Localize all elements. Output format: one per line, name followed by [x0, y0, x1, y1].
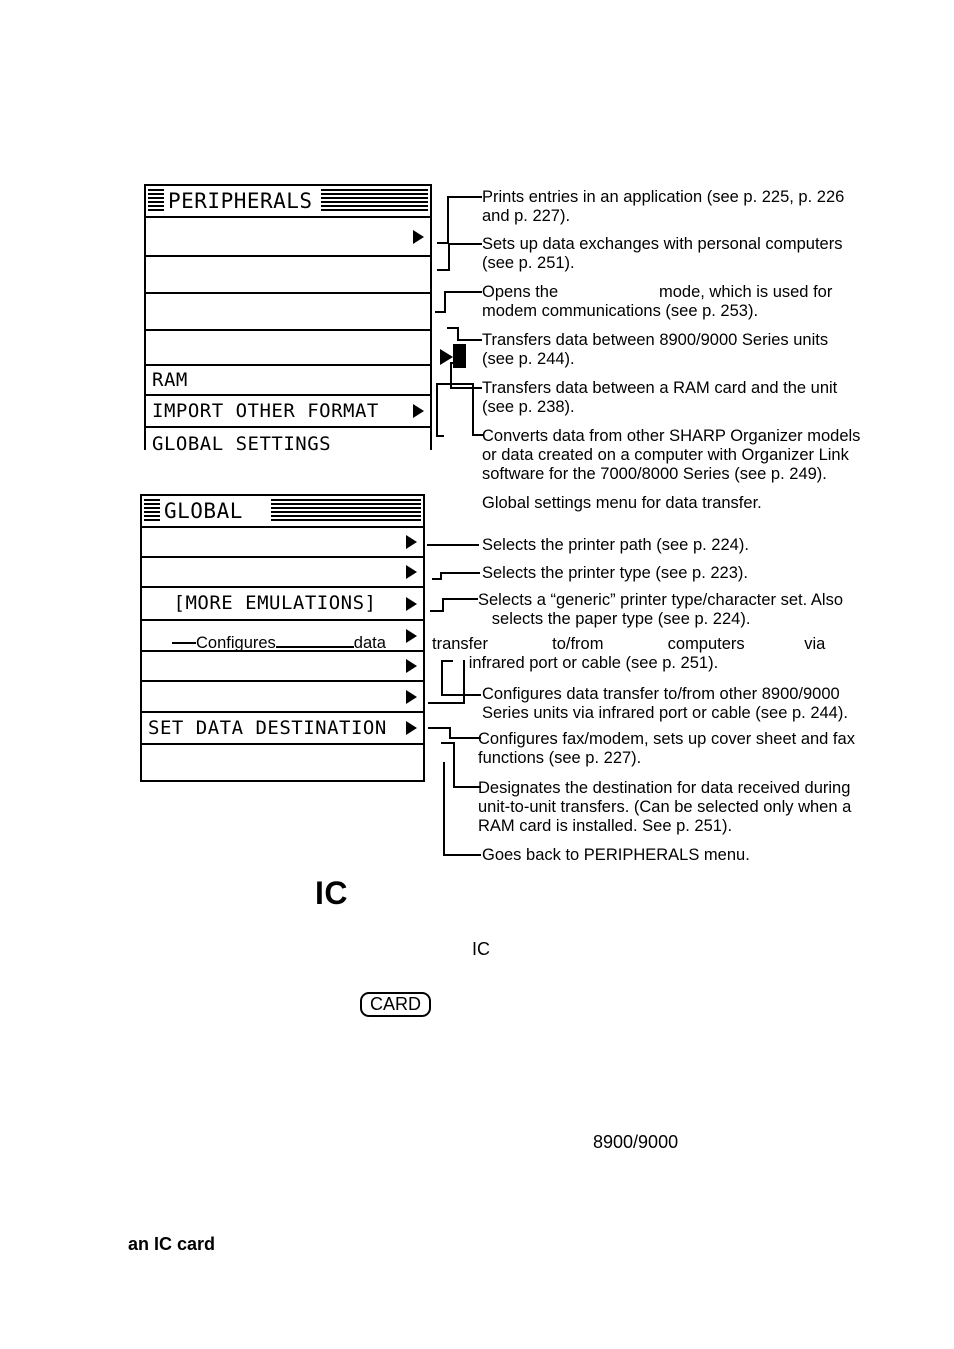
leader-line [443, 854, 481, 856]
leader-line [428, 702, 464, 704]
annotation-import-other-format: Converts data from other SHARP Organizer… [482, 427, 861, 483]
peripherals-row-global-settings-label: GLOBAL SETTINGS [152, 434, 332, 454]
annotation-printer-path: Selects the printer path (see p. 224). [482, 536, 749, 554]
an-ic-card-text: an IC card [128, 1234, 216, 1254]
chevron-right-icon [413, 404, 424, 418]
annotation-unit-transfer: Configures data transfer to/from other 8… [482, 685, 848, 722]
manual-page: PERIPHERALS RAM IMPORT OTHER FORMAT GLOB… [0, 0, 954, 1349]
overlay-leader-dash [172, 642, 196, 644]
leader-line [440, 572, 480, 574]
chevron-right-icon [406, 721, 417, 735]
annotation-print: Prints entries in an application (see p.… [482, 188, 845, 225]
leader-line [441, 694, 481, 696]
leader-line [447, 327, 459, 329]
peripherals-row-import-other-format[interactable]: IMPORT OTHER FORMAT [146, 396, 430, 428]
leader-line [447, 196, 449, 244]
peripherals-row-import-other-format-label: IMPORT OTHER FORMAT [152, 401, 379, 421]
chevron-right-icon [406, 535, 417, 549]
global-title-bar: GLOBAL [142, 496, 423, 528]
leader-line [444, 291, 446, 313]
page-section-heading-ic: IC [315, 875, 348, 911]
title-stripes-right-icon [320, 189, 428, 213]
global-row-8[interactable] [142, 745, 423, 774]
global-row-5[interactable] [142, 652, 423, 682]
configures-suffix: data [353, 634, 386, 652]
peripherals-row-4[interactable] [146, 331, 430, 366]
leader-line [444, 291, 482, 293]
inline-ic-text: IC [472, 939, 490, 959]
chevron-right-icon [406, 659, 417, 673]
annotation-fax-modem: Configures fax/modem, sets up cover shee… [478, 730, 855, 767]
series-number-text: 8900/9000 [593, 1132, 679, 1152]
peripherals-row-global-settings[interactable]: GLOBAL SETTINGS [146, 428, 430, 460]
chevron-right-icon [406, 565, 417, 579]
leader-line [457, 339, 482, 341]
leader-line [453, 786, 481, 788]
peripherals-row-3[interactable] [146, 294, 430, 331]
leader-line [457, 327, 459, 341]
annotation-global-settings: Global settings menu for data transfer. [482, 494, 762, 512]
global-row-set-data-destination[interactable]: SET DATA DESTINATION [142, 713, 423, 745]
chevron-right-icon [406, 628, 417, 643]
annotation-go-back: Goes back to PERIPHERALS menu. [482, 846, 750, 864]
connector-arrow-icon [440, 349, 453, 365]
global-row-more-emulations[interactable]: [MORE EMULATIONS] [142, 588, 423, 621]
peripherals-row-ram[interactable]: RAM [146, 366, 430, 396]
annotation-terminal-mode: Opens the mode, which is used for modem … [482, 283, 833, 320]
global-title: GLOBAL [164, 499, 243, 523]
peripherals-row-2[interactable] [146, 257, 430, 294]
leader-line [428, 727, 451, 729]
global-row-1[interactable] [142, 528, 423, 558]
annotation-pc-transfer: transfer to/from computers via infrared … [432, 635, 826, 672]
chevron-right-icon [406, 596, 417, 611]
chevron-right-icon [406, 689, 417, 704]
annotation-unit-to-unit: Transfers data between 8900/9000 Series … [482, 331, 829, 368]
annotation-printer-type: Selects the printer type (see p. 223). [482, 564, 748, 582]
leader-line [447, 196, 482, 198]
leader-line [472, 383, 474, 436]
peripherals-row-ram-label: RAM [152, 370, 188, 390]
leader-line [432, 578, 442, 580]
title-stripes-left-icon [144, 499, 160, 523]
global-row-6[interactable] [142, 682, 423, 713]
leader-line [441, 742, 455, 744]
leader-line [436, 435, 444, 437]
leader-line [448, 243, 450, 271]
annotation-data-destination: Designates the destination for data rece… [478, 779, 852, 835]
leader-line [453, 742, 455, 788]
global-row-set-data-destination-label: SET DATA DESTINATION [148, 718, 387, 738]
leader-line [448, 243, 482, 245]
redaction-gap [275, 646, 354, 648]
card-key-button[interactable]: CARD [360, 992, 432, 1017]
annotation-ram-card: Transfers data between a RAM card and th… [482, 379, 838, 416]
leader-line [450, 387, 482, 389]
connector-block-icon [453, 344, 466, 368]
peripherals-title-bar: PERIPHERALS [146, 186, 430, 218]
peripherals-menu-screen: PERIPHERALS RAM IMPORT OTHER FORMAT GLOB… [144, 184, 438, 460]
configures-overlay-caption: Configures data [172, 634, 386, 653]
peripherals-title: PERIPHERALS [168, 189, 313, 213]
annotation-pc-link: Sets up data exchanges with personal com… [482, 235, 843, 272]
leader-line [442, 598, 478, 600]
leader-line [435, 311, 446, 313]
leader-line [449, 737, 481, 739]
leader-line [436, 383, 474, 385]
title-stripes-right-icon [271, 499, 421, 523]
configures-prefix: Configures [196, 634, 276, 652]
leader-line [437, 269, 450, 271]
leader-line [430, 610, 444, 612]
chevron-right-icon [413, 229, 424, 244]
leader-line [436, 383, 438, 435]
leader-line [427, 544, 479, 546]
annotation-generic-printer: Selects a “generic” printer type/charact… [478, 591, 843, 628]
peripherals-row-1[interactable] [146, 218, 430, 257]
global-row-2[interactable] [142, 558, 423, 588]
title-stripes-left-icon [148, 189, 164, 213]
global-row-more-emulations-label: [MORE EMULATIONS] [173, 594, 377, 613]
leader-line [443, 762, 445, 856]
